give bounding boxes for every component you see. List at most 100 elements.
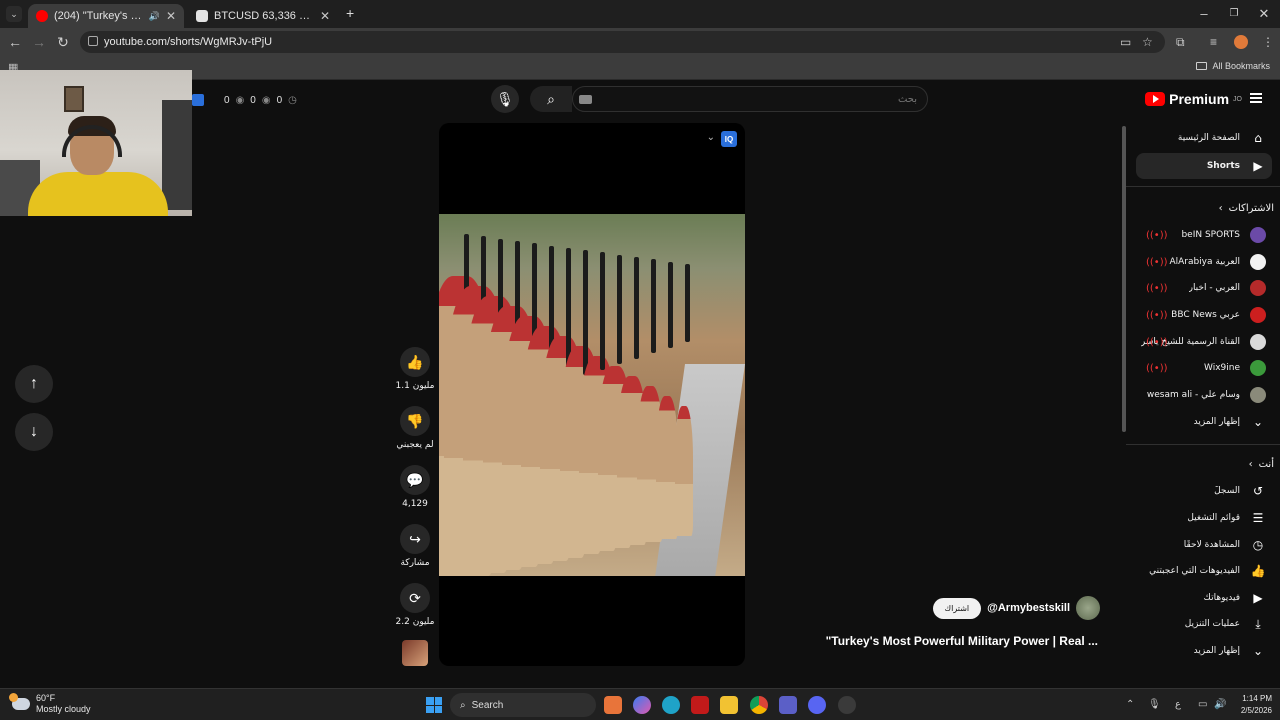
show-more-subscriptions[interactable]: إظهار المزيد ⌄ bbox=[1136, 409, 1272, 435]
channel-avatar[interactable] bbox=[1076, 596, 1100, 620]
cast-icon[interactable]: ▭ bbox=[1120, 35, 1131, 49]
subscriptions-header-label: الاشتراكات bbox=[1228, 203, 1274, 214]
sidebar-item-subscription[interactable]: ((•)) Wix9ine bbox=[1136, 355, 1272, 381]
rifle bbox=[650, 259, 656, 354]
sidebar-item-home[interactable]: الصفحة الرئيسية ⌂ bbox=[1136, 125, 1272, 151]
search-input[interactable] bbox=[592, 93, 927, 105]
search-button[interactable]: ⌕ bbox=[530, 86, 572, 112]
sidebar-item-subscription[interactable]: ((•)) AlArabiya العربية bbox=[1136, 249, 1272, 275]
menu-icon[interactable] bbox=[1250, 93, 1262, 103]
previous-short-button[interactable]: ↑ bbox=[15, 365, 53, 403]
profile-avatar[interactable] bbox=[1234, 35, 1248, 49]
show-more-you[interactable]: إظهار المزيد ⌄ bbox=[1136, 638, 1272, 664]
date: 2/5/2026 bbox=[1240, 706, 1272, 715]
minimize-icon[interactable]: – bbox=[1194, 6, 1214, 21]
playlists-icon: ☰ bbox=[1252, 511, 1264, 525]
keyboard-icon[interactable] bbox=[579, 94, 592, 104]
next-short-button[interactable]: ↓ bbox=[15, 413, 53, 451]
you-header[interactable]: ‹ أنت bbox=[1249, 459, 1274, 470]
share-button[interactable]: ↪ مشاركة bbox=[395, 524, 435, 568]
eye-icon: ◉ bbox=[261, 94, 271, 106]
file-explorer-icon[interactable] bbox=[720, 696, 738, 714]
windows-start-icon[interactable] bbox=[426, 697, 442, 713]
chevron-down-icon[interactable]: ⌄ bbox=[707, 132, 715, 143]
rifle bbox=[633, 257, 639, 359]
iq-extension-icon[interactable]: IQ bbox=[721, 131, 737, 147]
close-window-icon[interactable]: ✕ bbox=[1254, 6, 1274, 22]
tab-search-button[interactable]: ⌄ bbox=[6, 6, 22, 22]
subscriptions-header[interactable]: ‹ الاشتراكات bbox=[1219, 203, 1274, 214]
sidebar-item-subscription[interactable]: ((•)) BBC News عربي bbox=[1136, 302, 1272, 328]
sidebar-item-subscription[interactable]: wesam ali - وسام علي bbox=[1136, 382, 1272, 408]
chrome-icon[interactable] bbox=[750, 696, 768, 714]
live-icon: ((•)) bbox=[1146, 336, 1168, 348]
sidebar-item-label: Shorts bbox=[1206, 161, 1240, 171]
app-icon[interactable] bbox=[838, 696, 856, 714]
channel-avatar bbox=[1250, 360, 1266, 376]
voice-search-icon[interactable]: 🎙 bbox=[491, 85, 519, 113]
bookmark-star-icon[interactable]: ☆ bbox=[1142, 35, 1153, 49]
like-button[interactable]: 👍 1.1 مليون bbox=[395, 347, 435, 391]
back-icon[interactable]: ← bbox=[6, 34, 24, 50]
dislike-button[interactable]: 👎 لم يعجبني bbox=[395, 406, 435, 450]
reading-list-icon[interactable]: ≡ bbox=[1210, 35, 1217, 49]
microphone-icon[interactable]: 🎙 bbox=[1148, 699, 1161, 710]
arrow-down-icon: ↓ bbox=[30, 423, 38, 440]
sidebar-item-your-videos[interactable]: فيديوهاتك ▶ bbox=[1136, 585, 1272, 611]
all-bookmarks-button[interactable]: All Bookmarks bbox=[1196, 61, 1270, 71]
address-bar[interactable]: youtube.com/shorts/WgMRJv-tPjU bbox=[80, 31, 1165, 53]
remix-button[interactable]: ⟳ 2.2 مليون bbox=[395, 583, 435, 627]
close-tab-icon[interactable]: ✕ bbox=[160, 9, 176, 23]
tray-chevron-icon[interactable]: ⌃ bbox=[1126, 699, 1134, 710]
teams-icon[interactable] bbox=[779, 696, 797, 714]
chrome-menu-icon[interactable]: ⋮ bbox=[1262, 35, 1274, 49]
restore-icon[interactable]: ❐ bbox=[1224, 8, 1244, 19]
channel-handle[interactable]: @Armybestskill bbox=[987, 602, 1070, 614]
sidebar-item-subscription[interactable]: ((•)) القناة الرسمية للشيخ ياسر bbox=[1136, 329, 1272, 355]
browser-tab-btcusd[interactable]: BTCUSD 63,336 ▼ −13.24% ab ✕ bbox=[188, 4, 338, 28]
chevron-down-icon: ⌄ bbox=[1252, 415, 1264, 429]
close-tab-icon[interactable]: ✕ bbox=[314, 9, 330, 23]
browser-tab-youtube[interactable]: (204) "Turkey's Most Powerf 🔊 ✕ bbox=[28, 4, 184, 28]
language-indicator[interactable]: ع bbox=[1175, 699, 1181, 710]
weather-widget[interactable]: 60°F Mostly cloudy bbox=[9, 693, 91, 715]
rifle bbox=[684, 264, 690, 342]
short-video-player[interactable]: ⌄ IQ bbox=[439, 123, 745, 666]
taskbar-search[interactable]: ⌕ Search bbox=[450, 693, 596, 717]
sidebar-item-history[interactable]: السجلّ ↺ bbox=[1136, 478, 1272, 504]
watch-later-icon: ◷ bbox=[1252, 538, 1264, 552]
edge-icon[interactable] bbox=[662, 696, 680, 714]
sidebar-item-subscription[interactable]: ((•)) beIN SPORTS bbox=[1136, 222, 1272, 248]
live-icon: ((•)) bbox=[1146, 256, 1168, 268]
volume-icon[interactable]: 🔊 bbox=[1214, 699, 1226, 710]
youtube-premium-logo[interactable]: Premium JO bbox=[1145, 91, 1242, 107]
site-info-icon[interactable] bbox=[88, 36, 98, 46]
stat-value: 0 bbox=[224, 94, 230, 106]
subscribe-button[interactable]: اشتراك bbox=[932, 597, 982, 619]
forward-icon[interactable]: → bbox=[30, 34, 48, 50]
tab-strip: ⌄ (204) "Turkey's Most Powerf 🔊 ✕ BTCUSD… bbox=[0, 0, 1280, 28]
network-icon[interactable]: ▭ bbox=[1198, 699, 1207, 710]
discord-icon[interactable] bbox=[808, 696, 826, 714]
sidebar-item-watch-later[interactable]: المشاهدة لاحقًا ◷ bbox=[1136, 532, 1272, 558]
sidebar-item-shorts[interactable]: Shorts ▶ bbox=[1136, 153, 1272, 179]
app-icon[interactable] bbox=[604, 696, 622, 714]
comments-button[interactable]: 💬 4,129 bbox=[395, 465, 435, 509]
new-tab-button[interactable]: + bbox=[346, 5, 354, 21]
sidebar-item-liked-videos[interactable]: الفيديوهات التي أعجبتني 👍 bbox=[1136, 558, 1272, 584]
app-icon[interactable] bbox=[691, 696, 709, 714]
liked-icon: 👍 bbox=[1250, 564, 1266, 578]
copilot-icon[interactable] bbox=[633, 696, 651, 714]
clock[interactable]: 1:14 PM 2/5/2026 bbox=[1241, 693, 1272, 717]
extensions-icon[interactable]: ⧉ bbox=[1176, 35, 1185, 50]
chevron-down-icon: ⌄ bbox=[1252, 644, 1264, 658]
sidebar-item-subscription[interactable]: ((•)) العربي - أخبار bbox=[1136, 275, 1272, 301]
remix-count: 2.2 مليون bbox=[395, 617, 435, 627]
video-title[interactable]: "Turkey's Most Powerful Military Power |… bbox=[826, 634, 1098, 648]
show-more-label: إظهار المزيد bbox=[1193, 646, 1240, 656]
sidebar-item-playlists[interactable]: قوائم التشغيل ☰ bbox=[1136, 505, 1272, 531]
reload-icon[interactable]: ↻ bbox=[54, 34, 72, 51]
audio-thumbnail[interactable] bbox=[402, 640, 428, 666]
sidebar-item-downloads[interactable]: عمليات التنزيل ⤓ bbox=[1136, 611, 1272, 637]
channel-row: اشتراك @Armybestskill bbox=[932, 596, 1100, 620]
